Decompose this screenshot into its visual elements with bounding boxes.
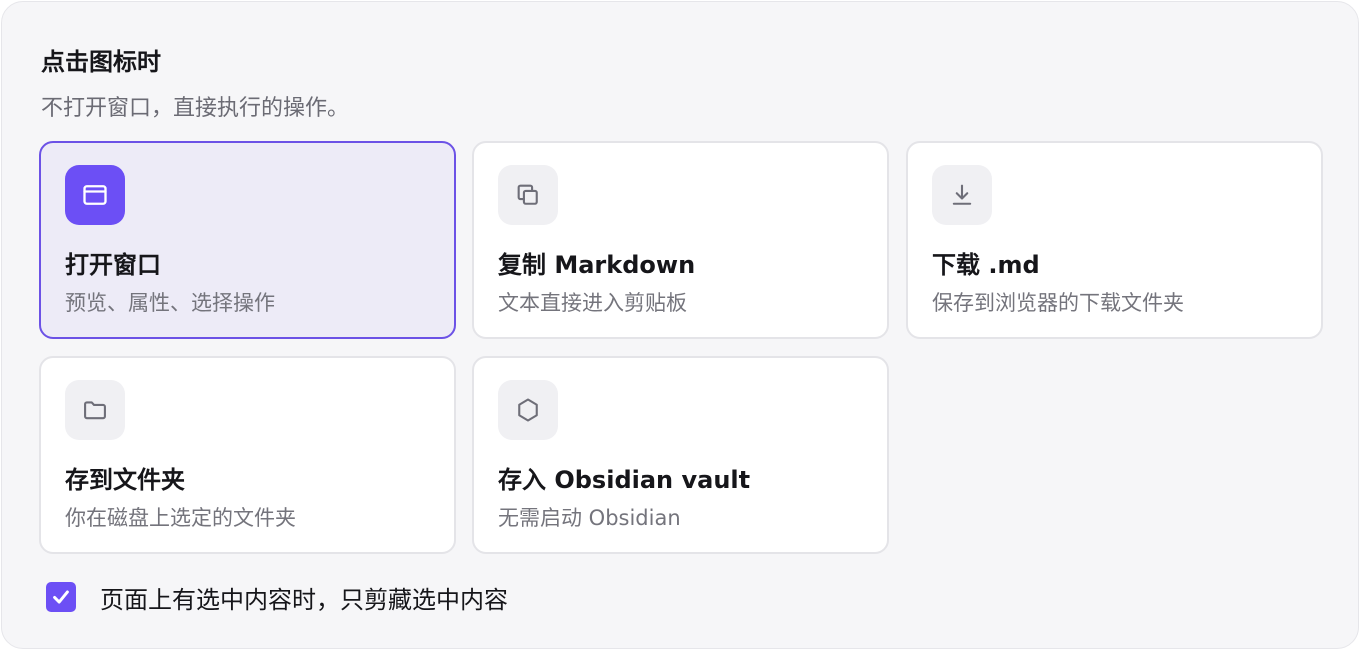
action-card-description: 文本直接进入剪贴板 bbox=[498, 291, 687, 315]
action-icon-container bbox=[65, 380, 125, 440]
action-card-label: 存入 Obsidian vault bbox=[498, 466, 751, 494]
folder-icon bbox=[84, 401, 106, 420]
action-card-description: 你在磁盘上选定的文件夹 bbox=[65, 506, 296, 530]
selection-only-option[interactable]: 页面上有选中内容时，只剪藏选中内容 bbox=[46, 582, 508, 614]
section-subtitle: 不打开窗口，直接执行的操作。 bbox=[41, 96, 350, 121]
obsidian-icon bbox=[518, 398, 538, 422]
checkmark-icon bbox=[53, 590, 69, 604]
section-title: 点击图标时 bbox=[41, 48, 161, 76]
window-icon bbox=[83, 185, 107, 205]
action-card-description: 保存到浏览器的下载文件夹 bbox=[932, 291, 1184, 315]
action-card-label: 打开窗口 bbox=[65, 251, 161, 279]
action-icon-container bbox=[498, 165, 558, 225]
action-card-obsidian-vault[interactable]: 存入 Obsidian vault 无需启动 Obsidian bbox=[472, 356, 889, 554]
selection-only-label: 页面上有选中内容时，只剪藏选中内容 bbox=[100, 585, 508, 614]
action-icon-container bbox=[932, 165, 992, 225]
action-card-description: 无需启动 Obsidian bbox=[498, 506, 681, 530]
copy-icon bbox=[517, 184, 538, 205]
action-icon-container bbox=[65, 165, 125, 225]
action-card-label: 存到文件夹 bbox=[65, 466, 185, 494]
action-card-open-window[interactable]: 打开窗口 预览、属性、选择操作 bbox=[39, 141, 456, 339]
action-card-download-md[interactable]: 下载 .md 保存到浏览器的下载文件夹 bbox=[906, 141, 1323, 339]
action-icon-container bbox=[498, 380, 558, 440]
action-card-save-to-folder[interactable]: 存到文件夹 你在磁盘上选定的文件夹 bbox=[39, 356, 456, 554]
download-icon bbox=[952, 184, 972, 205]
action-card-description: 预览、属性、选择操作 bbox=[65, 291, 275, 315]
action-card-label: 复制 Markdown bbox=[498, 251, 696, 279]
selection-only-checkbox[interactable] bbox=[46, 582, 76, 612]
action-card-label: 下载 .md bbox=[932, 251, 1040, 279]
action-card-copy-markdown[interactable]: 复制 Markdown 文本直接进入剪贴板 bbox=[472, 141, 889, 339]
